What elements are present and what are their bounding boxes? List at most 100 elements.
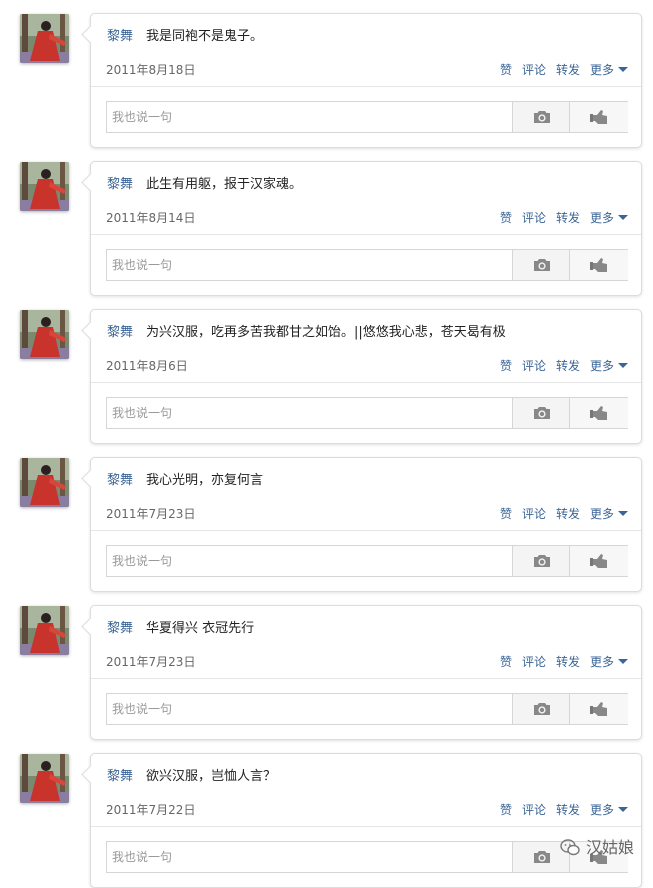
avatar[interactable] — [20, 754, 69, 803]
divider — [91, 826, 641, 827]
more-menu[interactable]: 更多 — [590, 655, 628, 669]
more-label: 更多 — [589, 803, 614, 817]
comment-input[interactable] — [107, 842, 516, 872]
status-text: 我是同袍不是鬼子。 — [146, 29, 264, 44]
card-pointer — [81, 469, 100, 488]
comment-link[interactable]: 评论 — [522, 803, 546, 817]
post-date: 2011年7月23日 — [106, 655, 196, 669]
status-card: 黎舞 我心光明，亦复何言 2011年7月23日 赞评论 转发 更多 — [81, 457, 642, 592]
status-post: 黎舞 为兴汉服，吃再多苦我都甘之如饴。||悠悠我心悲，苍天曷有极 2011年8月6… — [0, 296, 653, 444]
status-text: 我心光明，亦复何言 — [146, 473, 264, 488]
comment-box — [106, 397, 628, 429]
author-link[interactable]: 黎舞 — [107, 473, 133, 488]
more-label: 更多 — [589, 507, 614, 521]
avatar[interactable] — [20, 14, 69, 63]
thumbs-up-icon — [590, 110, 607, 124]
share-link[interactable]: 转发 — [556, 359, 580, 373]
author-link[interactable]: 黎舞 — [107, 621, 133, 636]
status-post: 黎舞 我心光明，亦复何言 2011年7月23日 赞评论 转发 更多 — [0, 444, 653, 592]
status-headline: 黎舞 此生有用躯，报于汉家魂。 — [107, 176, 302, 194]
author-link[interactable]: 黎舞 — [107, 29, 133, 44]
comment-input[interactable] — [107, 250, 516, 280]
comment-input[interactable] — [107, 398, 516, 428]
action-bar: 赞评论 转发 更多 — [490, 654, 628, 670]
avatar[interactable] — [20, 162, 69, 211]
avatar[interactable] — [20, 606, 69, 655]
photo-button[interactable] — [512, 398, 570, 428]
comment-link[interactable]: 评论 — [522, 655, 546, 669]
status-card: 黎舞 为兴汉服，吃再多苦我都甘之如饴。||悠悠我心悲，苍天曷有极 2011年8月6… — [81, 309, 642, 444]
more-label: 更多 — [589, 655, 614, 669]
thumbs-up-button[interactable] — [569, 546, 628, 576]
thumbs-up-button[interactable] — [569, 250, 628, 280]
action-bar: 赞评论 转发 更多 — [490, 358, 628, 374]
author-link[interactable]: 黎舞 — [107, 325, 133, 340]
share-link[interactable]: 转发 — [556, 507, 580, 521]
photo-button[interactable] — [512, 694, 570, 724]
status-headline: 黎舞 我是同袍不是鬼子。 — [107, 28, 263, 46]
like-link[interactable]: 赞 — [500, 507, 512, 521]
comment-link[interactable]: 评论 — [522, 211, 546, 225]
chevron-down-icon — [618, 363, 628, 368]
like-link[interactable]: 赞 — [500, 359, 512, 373]
status-text: 为兴汉服，吃再多苦我都甘之如饴。||悠悠我心悲，苍天曷有极 — [146, 325, 506, 340]
thumbs-up-button[interactable] — [569, 694, 628, 724]
like-link[interactable]: 赞 — [500, 63, 512, 77]
share-link[interactable]: 转发 — [556, 63, 580, 77]
status-headline: 黎舞 欲兴汉服，岂恤人言？ — [107, 768, 276, 786]
comment-link[interactable]: 评论 — [522, 63, 546, 77]
share-link[interactable]: 转发 — [556, 655, 580, 669]
share-link[interactable]: 转发 — [556, 211, 580, 225]
status-card: 黎舞 华夏得兴 衣冠先行 2011年7月23日 赞评论 转发 更多 — [81, 605, 642, 740]
thumbs-up-button[interactable] — [569, 398, 628, 428]
divider — [91, 382, 641, 383]
comment-input[interactable] — [107, 546, 516, 576]
photo-button[interactable] — [512, 250, 570, 280]
like-link[interactable]: 赞 — [500, 655, 512, 669]
status-text: 华夏得兴 衣冠先行 — [146, 621, 255, 636]
status-headline: 黎舞 我心光明，亦复何言 — [107, 472, 263, 490]
more-label: 更多 — [589, 63, 614, 77]
action-bar: 赞评论 转发 更多 — [490, 802, 628, 818]
divider — [91, 530, 641, 531]
camera-icon — [533, 259, 550, 271]
action-bar: 赞评论 转发 更多 — [490, 62, 628, 78]
thumbs-up-icon — [590, 554, 607, 568]
thumbs-up-button[interactable] — [569, 102, 628, 132]
more-menu[interactable]: 更多 — [590, 211, 628, 225]
card-pointer — [81, 765, 100, 784]
author-link[interactable]: 黎舞 — [107, 769, 133, 784]
status-post: 黎舞 此生有用躯，报于汉家魂。 2011年8月14日 赞评论 转发 更多 — [0, 148, 653, 296]
like-link[interactable]: 赞 — [500, 211, 512, 225]
photo-button[interactable] — [512, 546, 570, 576]
camera-icon — [533, 851, 550, 863]
like-link[interactable]: 赞 — [500, 803, 512, 817]
post-date: 2011年8月14日 — [106, 211, 196, 225]
more-label: 更多 — [589, 359, 614, 373]
status-headline: 黎舞 为兴汉服，吃再多苦我都甘之如饴。||悠悠我心悲，苍天曷有极 — [107, 324, 506, 342]
watermark: 汉姑娘 — [560, 834, 634, 858]
comment-input[interactable] — [107, 694, 516, 724]
avatar[interactable] — [20, 310, 69, 359]
share-link[interactable]: 转发 — [556, 803, 580, 817]
post-date: 2011年7月22日 — [106, 803, 196, 817]
photo-button[interactable] — [512, 102, 570, 132]
more-menu[interactable]: 更多 — [590, 803, 628, 817]
status-headline: 黎舞 华夏得兴 衣冠先行 — [107, 620, 254, 638]
thumbs-up-icon — [590, 406, 607, 420]
more-menu[interactable]: 更多 — [590, 507, 628, 521]
more-menu[interactable]: 更多 — [590, 359, 628, 373]
post-date: 2011年7月23日 — [106, 507, 196, 521]
status-post: 黎舞 华夏得兴 衣冠先行 2011年7月23日 赞评论 转发 更多 — [0, 592, 653, 740]
comment-input[interactable] — [107, 102, 516, 132]
camera-icon — [533, 111, 550, 123]
comment-link[interactable]: 评论 — [522, 507, 546, 521]
status-text: 此生有用躯，报于汉家魂。 — [146, 177, 303, 192]
author-link[interactable]: 黎舞 — [107, 177, 133, 192]
avatar[interactable] — [20, 458, 69, 507]
comment-link[interactable]: 评论 — [522, 359, 546, 373]
wechat-icon — [560, 839, 580, 856]
more-menu[interactable]: 更多 — [590, 63, 628, 77]
camera-icon — [533, 703, 550, 715]
status-post: 黎舞 欲兴汉服，岂恤人言？ 2011年7月22日 赞评论 转发 更多 — [0, 740, 653, 888]
